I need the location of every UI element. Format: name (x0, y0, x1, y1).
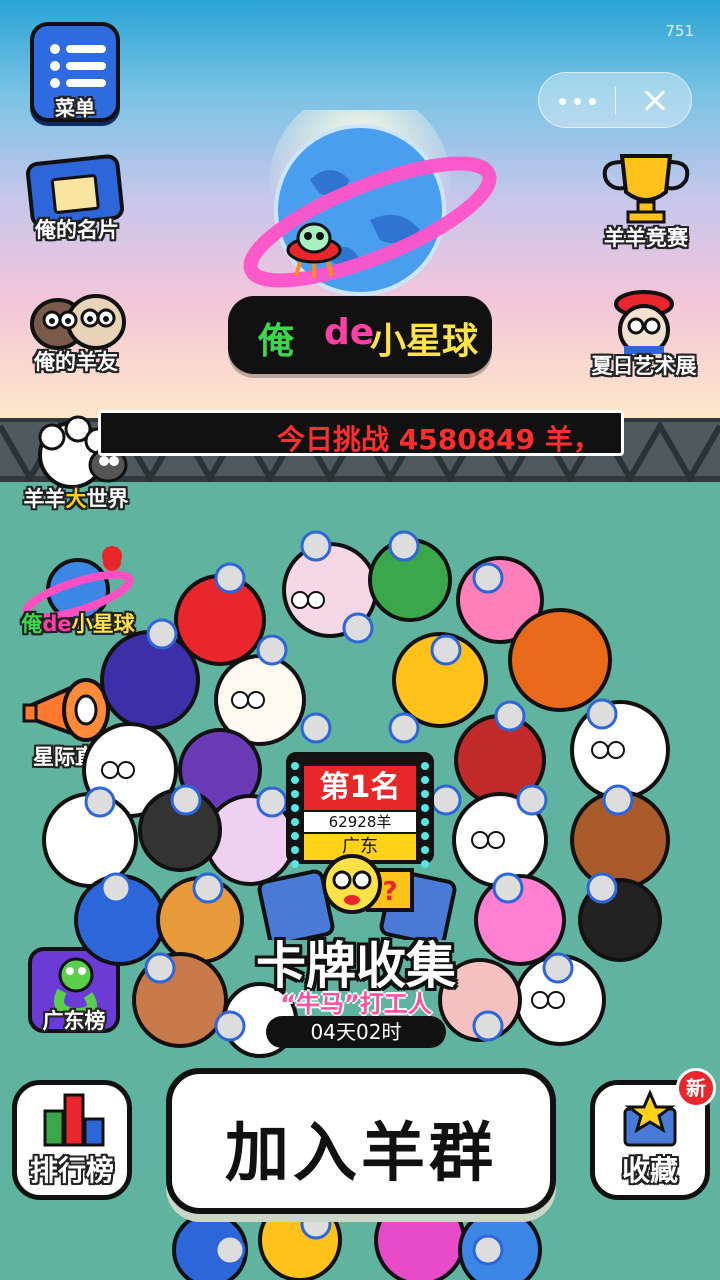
new-badge: 新 (676, 1068, 716, 1108)
svg-text:?: ? (382, 877, 397, 907)
promo-timer: 04天02时 (266, 1016, 446, 1048)
favorite-label: 收藏 (621, 1154, 679, 1187)
leaderboard-label: 排行榜 (29, 1154, 115, 1187)
card-collection-icon: ? (257, 854, 457, 940)
card-collection-promo[interactable]: ? 卡牌收集 “牛马”打工人 04天02时 (236, 840, 476, 1050)
promo-subtitle: “牛马”打工人 (280, 990, 432, 1018)
leaderboard-button[interactable]: 排行榜 (12, 1080, 132, 1200)
join-flock-button[interactable]: 加入羊群 (166, 1068, 556, 1214)
bar-chart-icon (43, 1093, 105, 1147)
rank-score: 62928羊 (304, 812, 416, 832)
join-flock-label: 加入羊群 (225, 1117, 497, 1191)
rank-position: 第1名 (304, 766, 416, 810)
